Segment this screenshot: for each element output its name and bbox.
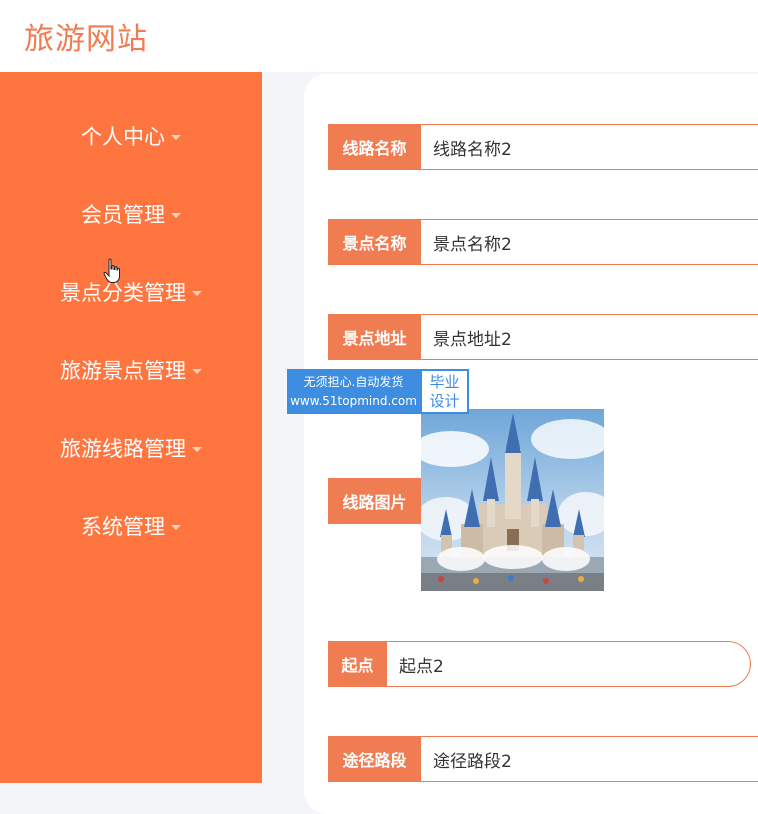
route-image-label: 线路图片: [328, 478, 421, 524]
caret-down-icon: [171, 524, 181, 530]
site-title: 旅游网站: [24, 22, 148, 57]
route-name-row: 线路名称 线路名称2: [328, 124, 758, 170]
watermark-text: 无须担心.自动发货 www.51topmind.com: [287, 369, 420, 414]
route-image[interactable]: [421, 409, 604, 591]
sidebar-item-label: 旅游景点管理: [60, 359, 186, 383]
route-segment-row: 途径路段 途径路段2: [328, 736, 758, 782]
route-image-row: 线路图片: [328, 478, 421, 524]
caret-down-icon: [171, 212, 181, 218]
spot-address-label: 景点地址: [328, 314, 421, 360]
spot-name-input[interactable]: 景点名称2: [421, 219, 758, 265]
watermark-tag: 毕业 设计: [420, 369, 469, 414]
start-point-label: 起点: [328, 641, 387, 687]
sidebar-item-member-management[interactable]: 会员管理: [0, 194, 262, 234]
route-segment-input[interactable]: 途径路段2: [421, 736, 758, 782]
watermark-line2: www.51topmind.com: [290, 393, 417, 408]
spot-name-row: 景点名称 景点名称2: [328, 219, 758, 265]
start-point-input[interactable]: 起点2: [387, 641, 751, 687]
caret-down-icon: [192, 368, 202, 374]
sidebar-item-tourist-spot-management[interactable]: 旅游景点管理: [0, 350, 262, 390]
sidebar-item-personal-center[interactable]: 个人中心: [0, 116, 262, 156]
watermark-tag-line2: 设计: [429, 391, 460, 410]
watermark-badge: 无须担心.自动发货 www.51topmind.com 毕业 设计: [287, 369, 469, 414]
caret-down-icon: [171, 134, 181, 140]
watermark-line1: 无须担心.自动发货: [303, 374, 404, 389]
route-name-input[interactable]: 线路名称2: [421, 124, 758, 170]
start-point-row: 起点 起点2: [328, 641, 751, 687]
sidebar: 个人中心 会员管理 景点分类管理 旅游景点管理 旅游线路管理 系统管理: [0, 72, 262, 783]
spot-address-input[interactable]: 景点地址2: [421, 314, 758, 360]
caret-down-icon: [192, 446, 202, 452]
sidebar-item-tour-route-management[interactable]: 旅游线路管理: [0, 428, 262, 468]
route-segment-label: 途径路段: [328, 736, 421, 782]
sidebar-item-label: 景点分类管理: [60, 281, 186, 305]
sidebar-item-label: 旅游线路管理: [60, 437, 186, 461]
spot-address-row: 景点地址 景点地址2: [328, 314, 758, 360]
spot-name-label: 景点名称: [328, 219, 421, 265]
sidebar-item-label: 会员管理: [81, 203, 165, 227]
sidebar-item-label: 系统管理: [81, 515, 165, 539]
sidebar-item-system-management[interactable]: 系统管理: [0, 506, 262, 546]
top-bar: 旅游网站: [0, 0, 758, 72]
route-name-label: 线路名称: [328, 124, 421, 170]
sidebar-item-spot-category-management[interactable]: 景点分类管理: [0, 272, 262, 312]
hand-cursor-icon: [103, 258, 120, 283]
watermark-tag-line1: 毕业: [429, 372, 460, 391]
sidebar-item-label: 个人中心: [81, 125, 165, 149]
caret-down-icon: [192, 290, 202, 296]
castle-image-icon: [421, 409, 604, 591]
